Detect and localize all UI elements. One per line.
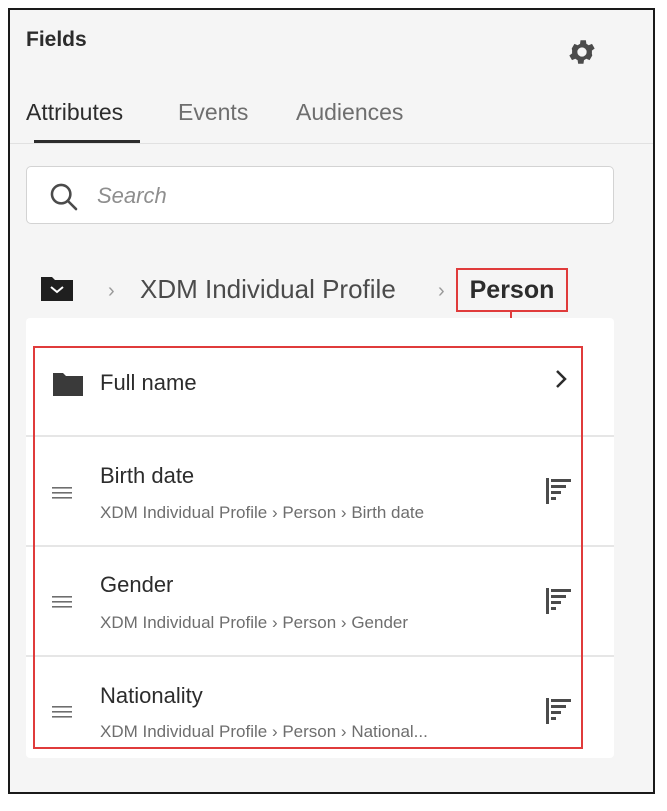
list-item-birth-date[interactable] (26, 437, 614, 545)
search-box (26, 166, 614, 224)
search-input[interactable] (95, 179, 579, 213)
drag-handle-icon[interactable] (52, 595, 72, 609)
list-item-gender[interactable] (26, 547, 614, 655)
panel-title: Fields (26, 28, 87, 51)
breadcrumb-separator: › (108, 280, 115, 302)
gear-icon[interactable] (566, 36, 598, 68)
list-item-path: XDM Individual Profile › Person › Nation… (100, 722, 428, 741)
drag-handle-icon[interactable] (52, 486, 72, 500)
list-item-title: Full name (100, 370, 197, 395)
tab-audiences[interactable]: Audiences (296, 99, 403, 126)
search-icon (50, 183, 78, 211)
tab-events[interactable]: Events (178, 99, 248, 126)
list-item-title: Nationality (100, 683, 203, 708)
list-item-title: Birth date (100, 463, 195, 488)
tab-divider (10, 143, 653, 144)
filter-icon[interactable] (544, 696, 574, 726)
tab-attributes[interactable]: Attributes (26, 99, 123, 126)
list-item-path: XDM Individual Profile › Person › Birth … (100, 503, 425, 522)
breadcrumb-separator: › (438, 280, 445, 302)
list-item-title: Gender (100, 572, 174, 597)
breadcrumb-link-xdm-individual-profile[interactable]: XDM Individual Profile (140, 274, 396, 305)
breadcrumb-current: Person (456, 268, 568, 312)
list-item-path: XDM Individual Profile › Person › Gender (100, 613, 409, 632)
folder-icon (53, 373, 83, 396)
folder-icon[interactable] (40, 274, 74, 302)
chevron-right-icon[interactable] (554, 368, 568, 390)
filter-icon[interactable] (544, 586, 574, 616)
filter-icon[interactable] (544, 476, 574, 506)
drag-handle-icon[interactable] (52, 705, 72, 719)
